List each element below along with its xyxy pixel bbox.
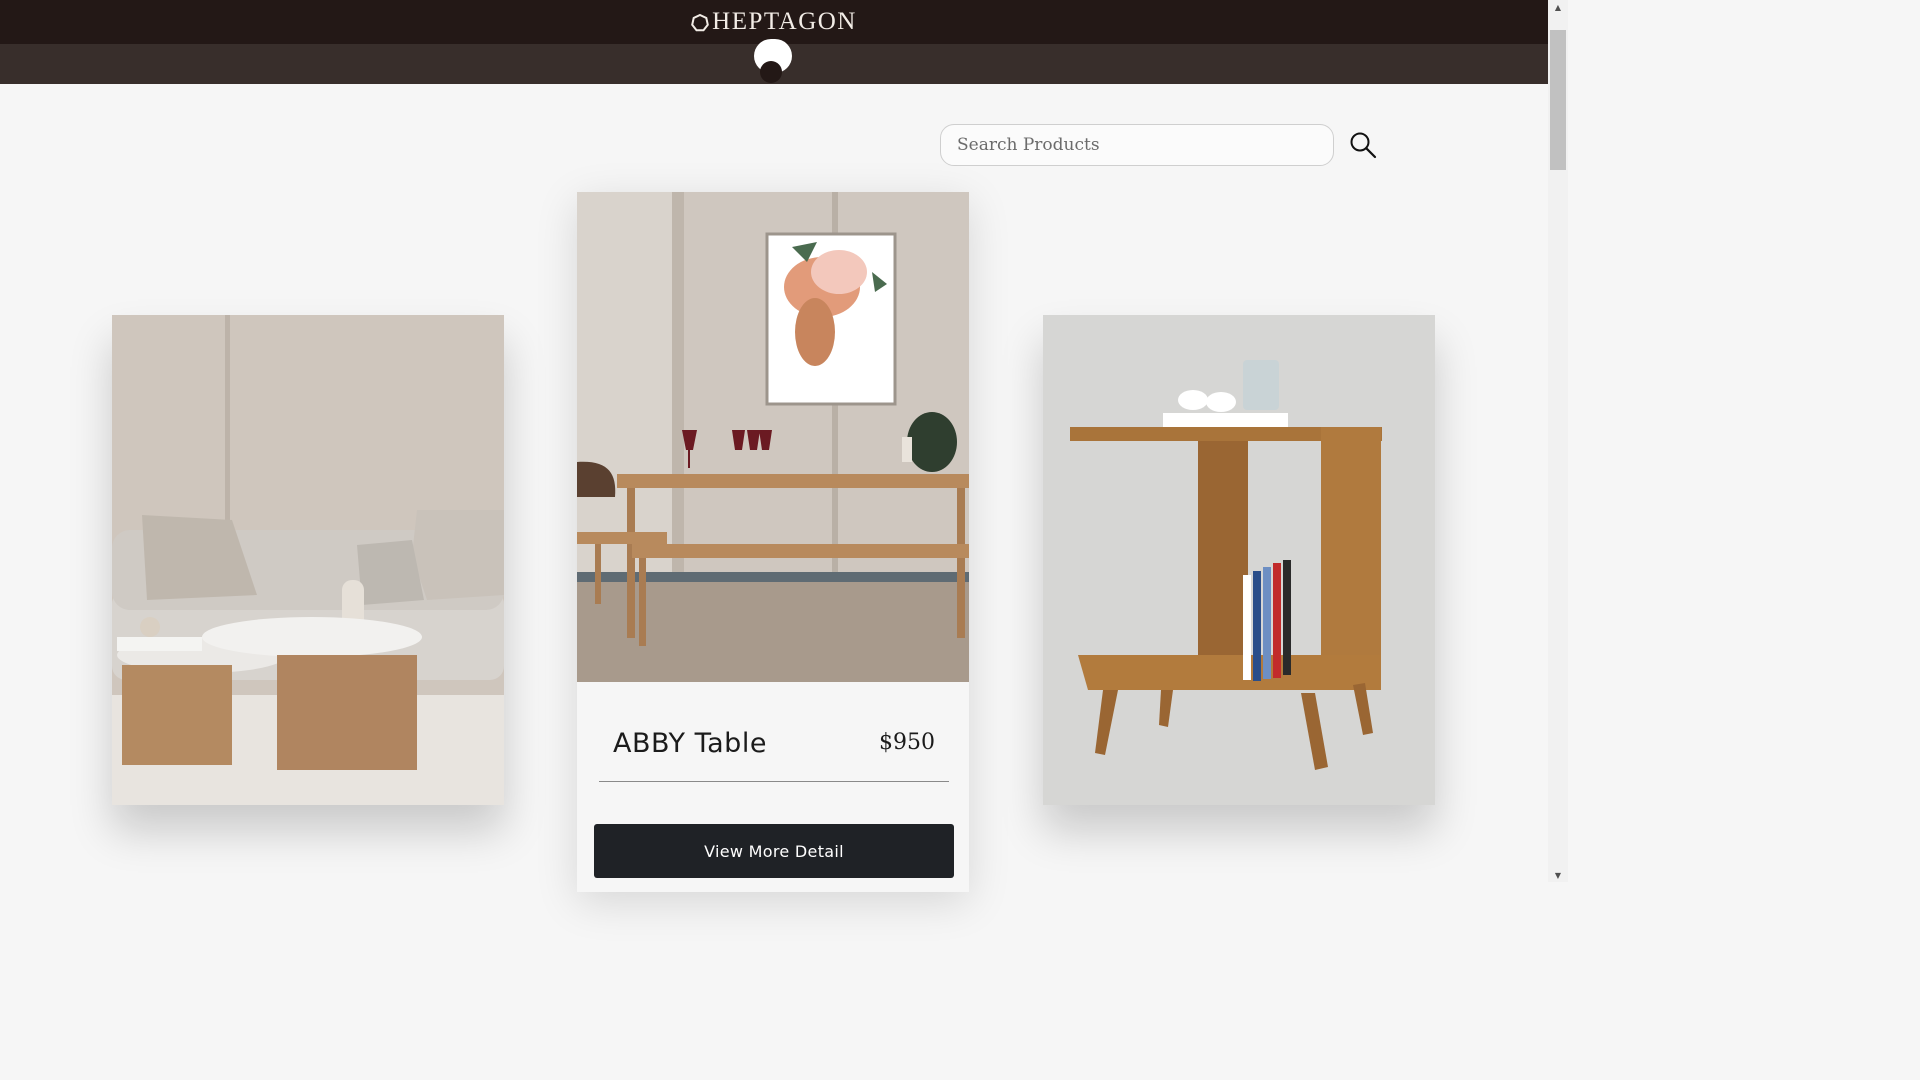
product-price: $950 [879,730,935,755]
view-more-detail-button[interactable]: View More Detail [594,824,954,878]
product-image-sofa[interactable] [112,315,504,805]
top-bar: HEPTAGON [0,0,1548,44]
scroll-up-arrow-icon[interactable]: ▲ [1548,0,1568,14]
scroll-down-arrow-icon[interactable]: ▼ [1548,868,1568,882]
divider [599,781,949,782]
page-scrollbar[interactable]: ▲ ▼ [1548,0,1568,882]
theme-toggle-knob[interactable] [760,61,782,83]
featured-product-card: ABBY Table $950 View More Detail [577,192,969,892]
product-name: ABBY Table [613,728,767,759]
search-icon[interactable] [1348,130,1378,160]
search-input[interactable] [940,124,1334,166]
brand-name: HEPTAGON [712,8,857,35]
scroll-thumb[interactable] [1550,30,1566,170]
brand-logo[interactable]: HEPTAGON [691,8,857,36]
product-image-dining-table[interactable] [577,192,969,682]
heptagon-icon [691,12,710,32]
product-image-side-table[interactable] [1043,315,1435,805]
